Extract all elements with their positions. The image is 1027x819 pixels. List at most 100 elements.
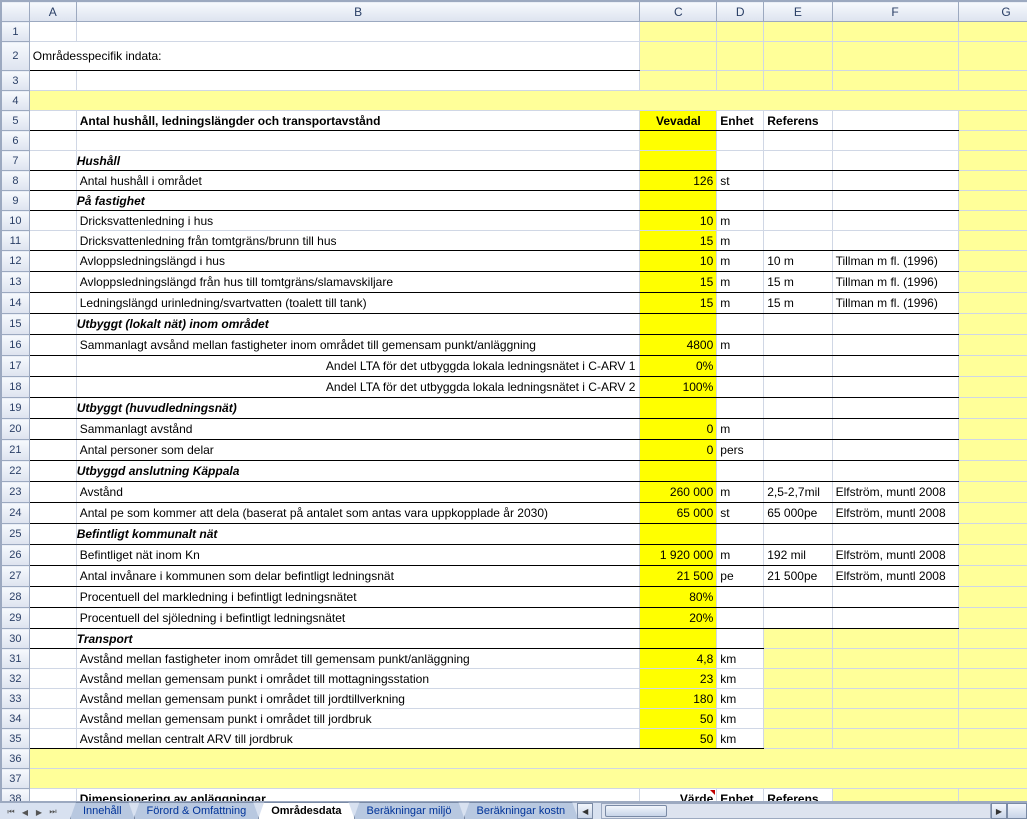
sec-hushall[interactable]: Hushåll — [76, 151, 640, 171]
cell[interactable] — [764, 335, 832, 356]
sec-fastighet[interactable]: På fastighet — [76, 191, 640, 211]
row-10[interactable]: 10 — [2, 211, 30, 231]
lbl[interactable]: Antal invånare i kommunen som delar befi… — [76, 566, 640, 587]
unit[interactable]: m — [717, 272, 764, 293]
row-8[interactable]: 8 — [2, 171, 30, 191]
lbl[interactable]: Avstånd mellan gemensam punkt i området … — [76, 709, 640, 729]
val[interactable]: 180 — [640, 689, 717, 709]
cell[interactable] — [717, 314, 764, 335]
sec-befint[interactable]: Befintligt kommunalt nät — [76, 524, 640, 545]
cell[interactable] — [29, 482, 76, 503]
cell[interactable] — [29, 709, 76, 729]
cell[interactable] — [640, 151, 717, 171]
cell[interactable] — [832, 649, 958, 669]
row-27[interactable]: 27 — [2, 566, 30, 587]
cell[interactable] — [832, 211, 958, 231]
cell[interactable] — [29, 91, 1027, 111]
hscroll-right-icon[interactable]: ▶ — [991, 803, 1007, 819]
row-13[interactable]: 13 — [2, 272, 30, 293]
lbl[interactable]: Antal personer som delar — [76, 440, 640, 461]
cell[interactable] — [640, 461, 717, 482]
cell[interactable] — [764, 314, 832, 335]
cell[interactable] — [958, 629, 1027, 649]
cell[interactable] — [958, 151, 1027, 171]
hdr2-e[interactable]: Referens — [764, 789, 832, 802]
cell[interactable] — [29, 769, 1027, 789]
row-20[interactable]: 20 — [2, 419, 30, 440]
cell[interactable] — [29, 211, 76, 231]
cell[interactable] — [832, 335, 958, 356]
unit[interactable]: m — [717, 211, 764, 231]
cell[interactable] — [76, 71, 640, 91]
cell[interactable] — [29, 111, 76, 131]
lbl[interactable]: Dricksvattenledning från tomtgräns/brunn… — [76, 231, 640, 251]
ref[interactable]: Elfström, muntl 2008 — [832, 503, 958, 524]
unit[interactable]: m — [717, 482, 764, 503]
cell[interactable] — [958, 689, 1027, 709]
row-4[interactable]: 4 — [2, 91, 30, 111]
col-A[interactable]: A — [29, 2, 76, 22]
row-26[interactable]: 26 — [2, 545, 30, 566]
cell[interactable] — [717, 356, 764, 377]
ref-val[interactable]: 21 500pe — [764, 566, 832, 587]
lbl[interactable]: Avstånd mellan gemensam punkt i området … — [76, 689, 640, 709]
cell[interactable] — [640, 629, 717, 649]
row-24[interactable]: 24 — [2, 503, 30, 524]
unit[interactable]: st — [717, 503, 764, 524]
val[interactable]: 260 000 — [640, 482, 717, 503]
row-37[interactable]: 37 — [2, 769, 30, 789]
row-11[interactable]: 11 — [2, 231, 30, 251]
row-19[interactable]: 19 — [2, 398, 30, 419]
ref[interactable]: Elfström, muntl 2008 — [832, 482, 958, 503]
cell[interactable] — [29, 524, 76, 545]
cell[interactable] — [29, 587, 76, 608]
cell[interactable] — [29, 377, 76, 398]
lbl[interactable]: Avloppsledningslängd från hus till tomtg… — [76, 272, 640, 293]
row-34[interactable]: 34 — [2, 709, 30, 729]
row-12[interactable]: 12 — [2, 251, 30, 272]
cell[interactable] — [640, 71, 717, 91]
unit[interactable]: km — [717, 649, 764, 669]
unit[interactable]: m — [717, 545, 764, 566]
cell[interactable] — [29, 749, 1027, 769]
row-22[interactable]: 22 — [2, 461, 30, 482]
cell[interactable] — [717, 22, 764, 42]
cell[interactable] — [958, 669, 1027, 689]
val[interactable]: 15 — [640, 293, 717, 314]
ref-val[interactable]: 10 m — [764, 251, 832, 272]
col-B[interactable]: B — [76, 2, 640, 22]
hscrollbar[interactable] — [601, 803, 991, 819]
hdr-antal[interactable]: Antal hushåll, ledningslängder och trans… — [76, 111, 640, 131]
ref[interactable]: Elfström, muntl 2008 — [832, 545, 958, 566]
row-15[interactable]: 15 — [2, 314, 30, 335]
cell[interactable] — [832, 42, 958, 71]
cell[interactable] — [717, 377, 764, 398]
val[interactable]: 15 — [640, 272, 717, 293]
select-all[interactable] — [2, 2, 30, 22]
cell[interactable] — [764, 608, 832, 629]
cell[interactable] — [764, 669, 832, 689]
cell[interactable] — [958, 587, 1027, 608]
cell[interactable] — [958, 191, 1027, 211]
cell[interactable] — [717, 131, 764, 151]
cell[interactable] — [958, 251, 1027, 272]
cell[interactable] — [717, 629, 764, 649]
val[interactable]: 126 — [640, 171, 717, 191]
cell[interactable] — [764, 171, 832, 191]
tab-next-icon[interactable]: ▶ — [32, 805, 46, 819]
cell[interactable] — [764, 231, 832, 251]
row-5[interactable]: 5 — [2, 111, 30, 131]
tab-berakningar-kost[interactable]: Beräkningar kostn — [464, 802, 579, 819]
val[interactable]: 4,8 — [640, 649, 717, 669]
val[interactable]: 15 — [640, 231, 717, 251]
cell[interactable] — [832, 419, 958, 440]
val[interactable]: 0% — [640, 356, 717, 377]
row-31[interactable]: 31 — [2, 649, 30, 669]
sec-huvud[interactable]: Utbyggt (huvudledningsnät) — [76, 398, 640, 419]
cell[interactable] — [958, 314, 1027, 335]
lbl[interactable]: Antal pe som kommer att dela (baserat på… — [76, 503, 640, 524]
cell[interactable] — [958, 356, 1027, 377]
lbl[interactable]: Andel LTA för det utbyggda lokala lednin… — [76, 356, 640, 377]
ref[interactable]: Tillman m fl. (1996) — [832, 272, 958, 293]
cell[interactable] — [764, 71, 832, 91]
